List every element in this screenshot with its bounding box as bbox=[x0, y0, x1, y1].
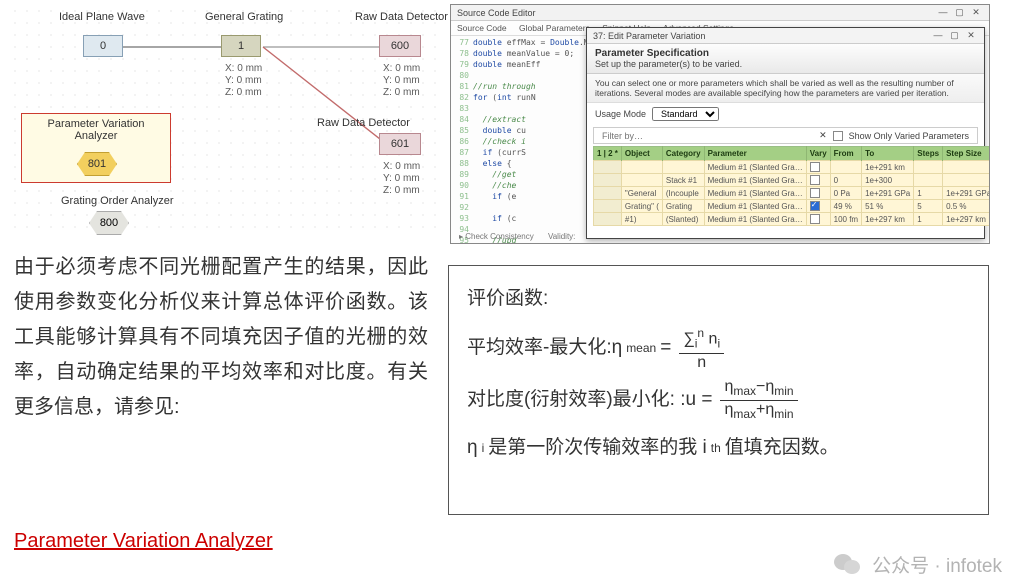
label-raw-detector-2: Raw Data Detector bbox=[317, 117, 410, 129]
filter-row: ✕ Show Only Varied Parameters bbox=[593, 127, 978, 144]
col-object: Object bbox=[621, 147, 662, 161]
show-only-label: Show Only Varied Parameters bbox=[849, 131, 969, 141]
usage-mode-select[interactable]: Standard bbox=[652, 107, 719, 121]
body-paragraph: 由于必须考虑不同光栅配置产生的结果，因此使用参数变化分析仪来计算总体评价函数。该… bbox=[14, 250, 428, 425]
window-title: Source Code Editor bbox=[457, 8, 536, 18]
pva-label-1: Parameter Variation bbox=[22, 118, 170, 130]
status-validity: Validity: bbox=[548, 232, 575, 241]
dialog-minimize[interactable]: — bbox=[931, 30, 945, 40]
col-category: Category bbox=[662, 147, 704, 161]
vary-checkbox[interactable] bbox=[810, 188, 820, 198]
filter-input[interactable] bbox=[602, 131, 813, 141]
close-button[interactable]: ✕ bbox=[969, 7, 983, 18]
node-801: 801 bbox=[77, 152, 117, 176]
col-to: To bbox=[862, 147, 914, 161]
parameter-table: 1 | 2 * Object Category Parameter Vary F… bbox=[593, 146, 990, 226]
formula-mean: 平均效率-最大化:ηmean = ∑in ni n bbox=[467, 324, 970, 372]
edit-parameter-variation-dialog: 37: Edit Parameter Variation — ▢ ✕ Param… bbox=[586, 27, 985, 239]
col-idx: 1 | 2 * bbox=[594, 147, 622, 161]
formula-footer: ηi 是第一阶次传输效率的我 ith 值填充因数。 bbox=[467, 429, 970, 467]
window-titlebar: Source Code Editor — ▢ ✕ bbox=[451, 5, 989, 21]
dialog-close[interactable]: ✕ bbox=[964, 30, 978, 41]
label-raw-detector-1: Raw Data Detector bbox=[355, 11, 448, 23]
status-check[interactable]: Check Consistency bbox=[465, 232, 533, 241]
table-row[interactable]: Medium #1 (Slanted Gra…1e+291 km bbox=[594, 161, 991, 174]
usage-mode-row: Usage Mode Standard bbox=[587, 103, 984, 125]
label-ideal-plane-wave: Ideal Plane Wave bbox=[59, 11, 145, 23]
table-row[interactable]: "General(IncoupleMedium #1 (Slanted Gra…… bbox=[594, 187, 991, 200]
maximize-button[interactable]: ▢ bbox=[952, 7, 966, 18]
node-800: 800 bbox=[89, 211, 129, 235]
node-600: 600 bbox=[379, 35, 421, 57]
parameter-variation-analyzer-node: Parameter Variation Analyzer 801 bbox=[21, 113, 171, 183]
menu-source-code[interactable]: Source Code bbox=[457, 23, 507, 33]
wechat-icon bbox=[834, 552, 864, 578]
formula-contrast: 对比度(衍射效率)最小化: :u = ηmax−ηmin ηmax+ηmin bbox=[467, 378, 970, 423]
vary-checkbox[interactable] bbox=[810, 175, 820, 185]
editor-status-bar: ▸ Check Consistency Validity: bbox=[459, 232, 587, 241]
usage-label: Usage Mode bbox=[595, 109, 646, 119]
window-buttons: — ▢ ✕ bbox=[936, 7, 983, 18]
optical-system-diagram: Ideal Plane Wave 0 General Grating 1 X: … bbox=[8, 4, 440, 236]
vary-checkbox[interactable] bbox=[810, 214, 820, 224]
pva-label-2: Analyzer bbox=[22, 130, 170, 142]
vary-checkbox[interactable] bbox=[810, 162, 820, 172]
param-spec-title: Parameter Specification bbox=[595, 48, 709, 59]
coords-node-601: X: 0 mmY: 0 mmZ: 0 mm bbox=[383, 161, 420, 197]
minimize-button[interactable]: — bbox=[936, 7, 950, 17]
formula-head: 评价函数: bbox=[467, 280, 970, 318]
node-0: 0 bbox=[83, 35, 123, 57]
col-vary: Vary bbox=[806, 147, 830, 161]
parameter-variation-analyzer-link[interactable]: Parameter Variation Analyzer bbox=[14, 530, 273, 553]
dialog-maximize[interactable]: ▢ bbox=[947, 30, 961, 41]
table-row[interactable]: Grating" (GratingMedium #1 (Slanted Gra…… bbox=[594, 200, 991, 213]
show-only-varied-checkbox[interactable] bbox=[833, 131, 843, 141]
merit-function-box: 评价函数: 平均效率-最大化:ηmean = ∑in ni n 对比度(衍射效率… bbox=[448, 265, 989, 515]
col-steps: Steps bbox=[914, 147, 943, 161]
label-general-grating: General Grating bbox=[205, 11, 283, 23]
col-from: From bbox=[830, 147, 861, 161]
vary-checkbox[interactable] bbox=[810, 201, 820, 211]
table-row[interactable]: Stack #1Medium #1 (Slanted Gra…01e+3000 bbox=[594, 174, 991, 187]
node-1: 1 bbox=[221, 35, 261, 57]
col-parameter: Parameter bbox=[704, 147, 806, 161]
node-601: 601 bbox=[379, 133, 421, 155]
source-code-editor-window: Source Code Editor — ▢ ✕ Source Code Glo… bbox=[450, 4, 990, 244]
menu-global-params[interactable]: Global Parameters bbox=[519, 23, 590, 33]
coords-node-1: X: 0 mmY: 0 mmZ: 0 mm bbox=[225, 63, 262, 99]
label-goa: Grating Order Analyzer bbox=[61, 195, 174, 207]
param-spec-header: Parameter Specification Set up the param… bbox=[587, 44, 984, 74]
coords-node-600: X: 0 mmY: 0 mmZ: 0 mm bbox=[383, 63, 420, 99]
watermark-text: 公众号 · infotek bbox=[872, 551, 1002, 578]
col-stepsize: Step Size bbox=[943, 147, 990, 161]
param-spec-sub: Set up the parameter(s) to be varied. bbox=[595, 59, 742, 69]
param-desc: You can select one or more parameters wh… bbox=[587, 74, 984, 103]
dialog-title: 37: Edit Parameter Variation bbox=[593, 31, 705, 41]
watermark: 公众号 · infotek bbox=[834, 551, 1002, 578]
filter-clear-icon[interactable]: ✕ bbox=[819, 130, 827, 141]
table-row[interactable]: #1)(Slanted)Medium #1 (Slanted Gra…100 f… bbox=[594, 213, 991, 226]
dialog-titlebar: 37: Edit Parameter Variation — ▢ ✕ bbox=[587, 28, 984, 44]
